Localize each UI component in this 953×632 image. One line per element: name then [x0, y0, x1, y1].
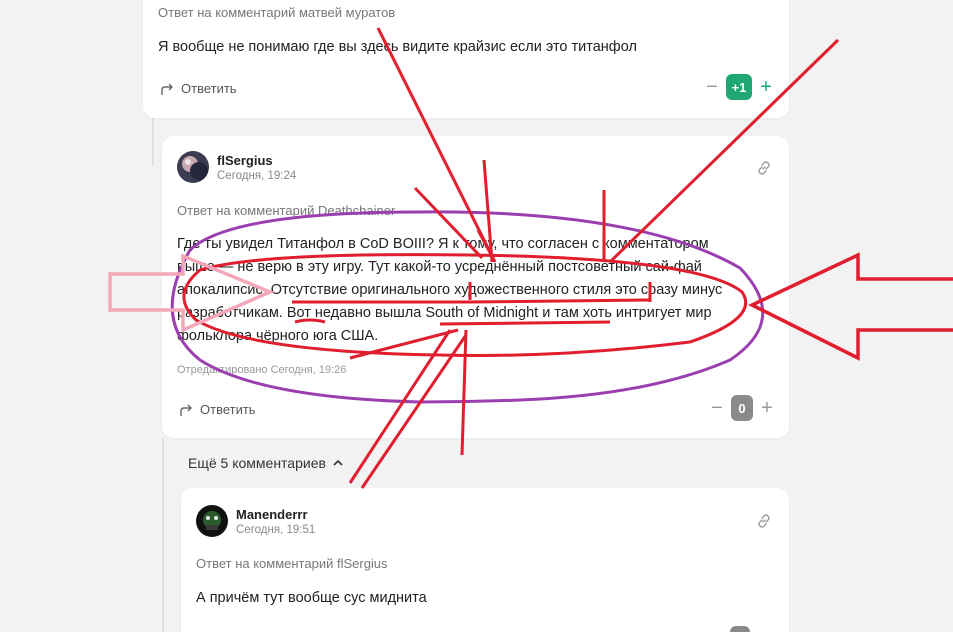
- downvote-button[interactable]: −: [709, 398, 725, 418]
- comment-card: Ответ на комментарий матвей муратов Я во…: [143, 0, 789, 118]
- comment-text: А причём тут вообще сус миднита: [196, 590, 427, 606]
- avatar[interactable]: [196, 505, 228, 537]
- thread-line: [152, 118, 154, 166]
- chevron-up-icon: [333, 459, 343, 466]
- more-comments-toggle[interactable]: Ещё 5 комментариев: [188, 455, 344, 471]
- link-icon[interactable]: [756, 160, 772, 176]
- comment-line: фольклора чёрного юга США.: [177, 328, 379, 344]
- reply-to-label[interactable]: Ответ на комментарий flSergius: [196, 556, 388, 571]
- vote-controls: − +1 +: [704, 74, 774, 100]
- upvote-button[interactable]: +: [759, 398, 775, 418]
- timestamp[interactable]: Сегодня, 19:24: [217, 170, 296, 182]
- thread-line: [162, 438, 164, 632]
- edited-label: Отредактировано Сегодня, 19:26: [177, 364, 347, 376]
- comment-line: Где ты увидел Титанфол в CoD BOIII? Я к …: [177, 236, 709, 252]
- reply-to-label[interactable]: Ответ на комментарий Deathchainer: [177, 203, 395, 218]
- score-badge: +1: [726, 74, 752, 100]
- upvote-button[interactable]: +: [758, 77, 774, 97]
- comment-text: Я вообще не понимаю где вы здесь видите …: [158, 39, 637, 55]
- author-name[interactable]: flSergius: [217, 153, 273, 168]
- downvote-button[interactable]: −: [704, 77, 720, 97]
- author-name[interactable]: Manenderrr: [236, 507, 308, 522]
- comment-card: flSergius Сегодня, 19:24 Ответ на коммен…: [162, 136, 789, 438]
- score-badge: 0: [731, 395, 753, 421]
- reply-to-label[interactable]: Ответ на комментарий матвей муратов: [158, 5, 395, 20]
- vote-controls: − 0 +: [709, 395, 775, 421]
- reply-label: Ответить: [200, 402, 256, 417]
- reply-arrow-icon: [180, 404, 192, 416]
- score-badge: [730, 626, 750, 632]
- link-icon[interactable]: [756, 513, 772, 529]
- comment-line: выше — не верю в эту игру. Тут какой-то …: [177, 259, 702, 275]
- reply-button[interactable]: Ответить: [179, 402, 256, 417]
- reply-button[interactable]: Ответить: [160, 81, 237, 96]
- reply-arrow-icon: [161, 83, 173, 95]
- avatar[interactable]: [177, 151, 209, 183]
- comment-line: апокалипсис. Отсутствие оригинального ху…: [177, 282, 723, 298]
- reply-label: Ответить: [181, 81, 237, 96]
- comment-line: разработчикам. Вот недавно вышла South o…: [177, 305, 712, 321]
- timestamp[interactable]: Сегодня, 19:51: [236, 524, 315, 536]
- comment-text: Где ты увидел Титанфол в CoD BOIII? Я к …: [177, 233, 777, 348]
- more-comments-label: Ещё 5 комментариев: [188, 455, 326, 471]
- comment-card: Manenderrr Сегодня, 19:51 Ответ на комме…: [181, 488, 789, 632]
